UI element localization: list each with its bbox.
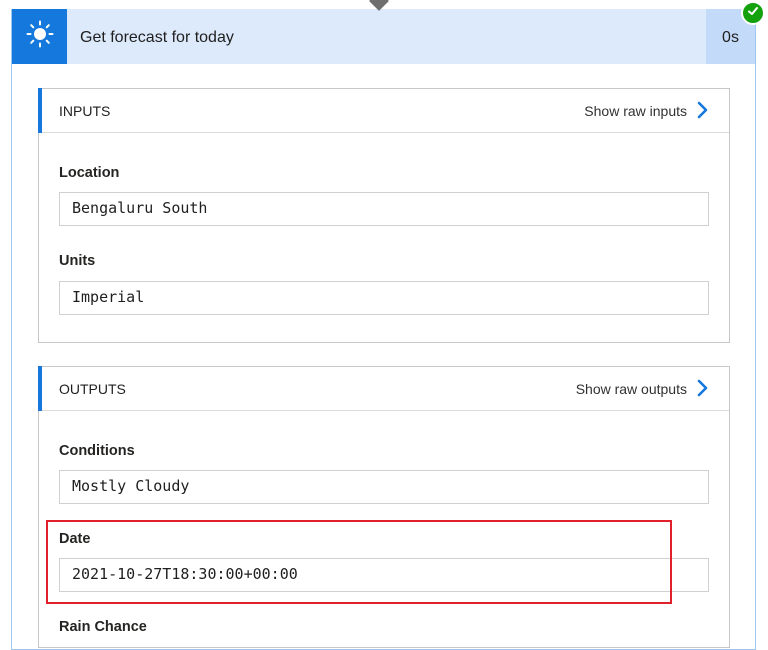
success-status (741, 1, 765, 25)
outputs-header: OUTPUTS Show raw outputs (38, 366, 729, 411)
show-raw-inputs-link[interactable]: Show raw inputs (584, 89, 709, 133)
units-label: Units (59, 253, 96, 269)
sun-icon (26, 20, 54, 53)
show-raw-outputs-label: Show raw outputs (575, 381, 687, 397)
chevron-right-icon (697, 101, 709, 122)
location-value: Bengaluru South (59, 192, 709, 226)
units-value: Imperial (59, 281, 709, 315)
rain-chance-label: Rain Chance (59, 619, 147, 635)
conditions-value: Mostly Cloudy (59, 470, 709, 504)
action-title: Get forecast for today (80, 29, 234, 46)
action-icon-box (12, 9, 67, 64)
outputs-section: OUTPUTS Show raw outputs Conditions Most… (38, 366, 730, 648)
chevron-right-icon (697, 379, 709, 400)
location-label: Location (59, 165, 120, 181)
outputs-heading: OUTPUTS (59, 381, 126, 397)
checkmark-icon (747, 4, 759, 22)
inputs-header: INPUTS Show raw inputs (38, 88, 729, 133)
inputs-section: INPUTS Show raw inputs Location Bengalur… (38, 88, 730, 343)
date-highlight-box (46, 520, 672, 604)
inputs-heading: INPUTS (59, 103, 111, 119)
action-header[interactable]: Get forecast for today 0s (12, 9, 755, 64)
show-raw-outputs-link[interactable]: Show raw outputs (576, 367, 709, 411)
conditions-label: Conditions (59, 443, 135, 459)
show-raw-inputs-label: Show raw inputs (584, 103, 687, 119)
